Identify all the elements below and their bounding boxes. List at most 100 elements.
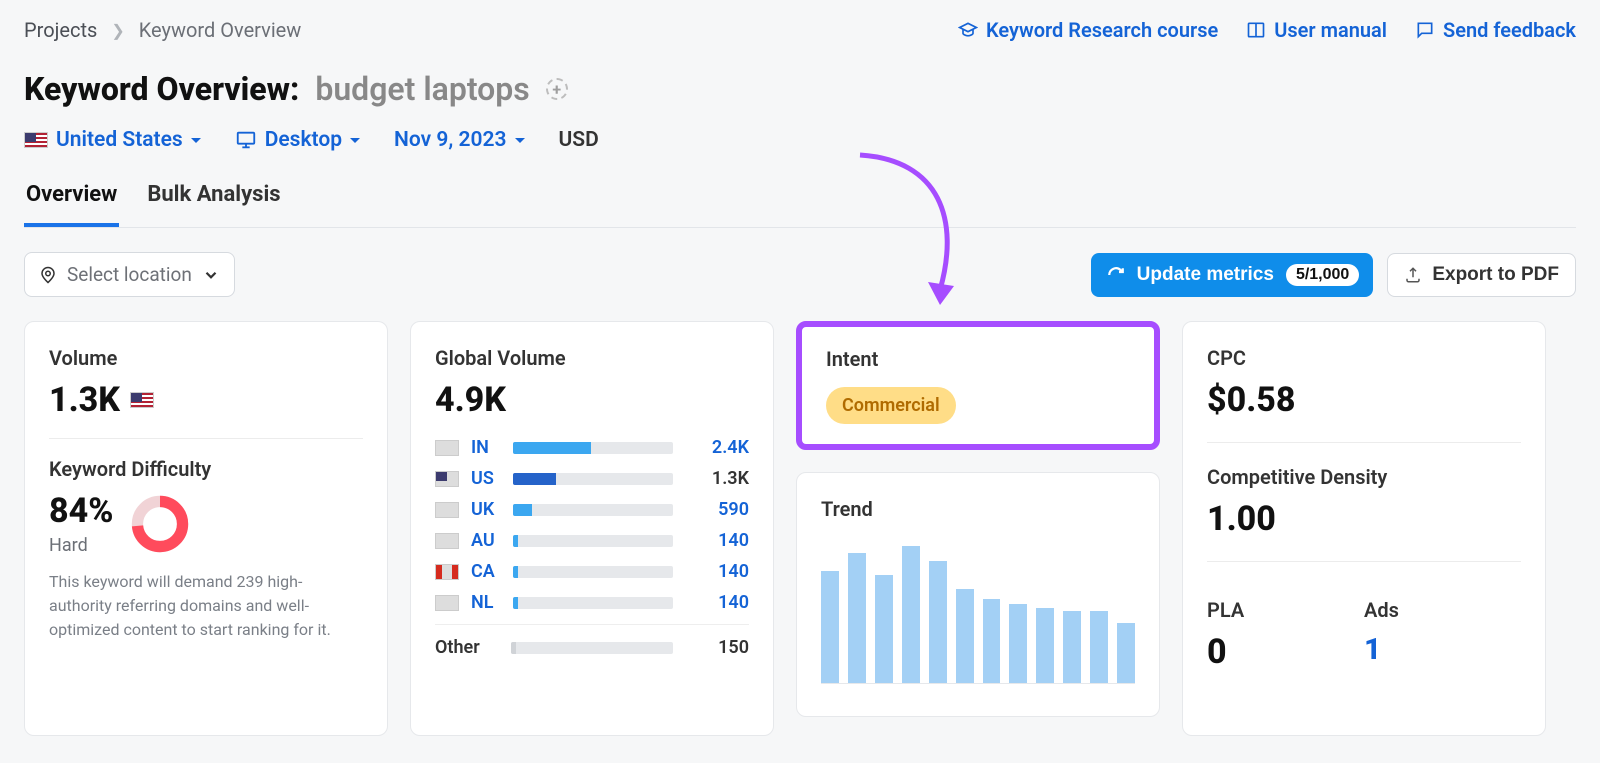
kd-label: Keyword Difficulty <box>49 457 363 481</box>
volume-value: 150 <box>685 637 749 658</box>
trend-bar <box>902 546 920 683</box>
global-volume-label: Global Volume <box>435 346 749 370</box>
actions-row: Select location Update metrics 5/1,000 E… <box>24 252 1576 297</box>
export-pdf-button[interactable]: Export to PDF <box>1387 253 1576 297</box>
global-volume-row[interactable]: IN2.4K <box>435 432 749 463</box>
desktop-icon <box>235 129 257 151</box>
kd-value: 84% <box>49 491 113 531</box>
filter-currency: USD <box>559 128 599 152</box>
link-feedback[interactable]: Send feedback <box>1415 18 1576 42</box>
trend-chart <box>821 539 1135 684</box>
card-volume: Volume 1.3K Keyword Difficulty 84% Hard … <box>24 321 388 736</box>
country-code: CA <box>471 561 501 582</box>
trend-bar <box>1090 611 1108 683</box>
trend-bar <box>1009 604 1027 683</box>
trend-bar <box>1036 608 1054 683</box>
filter-country[interactable]: United States <box>24 128 201 152</box>
kd-description: This keyword will demand 239 high-author… <box>49 570 363 642</box>
update-metrics-button[interactable]: Update metrics 5/1,000 <box>1091 253 1374 297</box>
breadcrumb: Projects ❯ Keyword Overview <box>24 18 301 42</box>
pla-label: PLA <box>1207 598 1364 622</box>
flag-icon <box>435 471 459 487</box>
trend-bar <box>983 599 1001 683</box>
link-manual[interactable]: User manual <box>1246 18 1387 42</box>
flag-icon <box>435 502 459 518</box>
volume-bar <box>513 442 673 454</box>
graduation-cap-icon <box>958 20 978 40</box>
select-location[interactable]: Select location <box>24 252 235 297</box>
link-course[interactable]: Keyword Research course <box>958 18 1218 42</box>
ads-value[interactable]: 1 <box>1364 632 1521 667</box>
volume-bar <box>513 535 673 547</box>
intent-value: Commercial <box>826 387 956 424</box>
cards-grid: Volume 1.3K Keyword Difficulty 84% Hard … <box>24 321 1576 736</box>
us-flag-icon <box>24 132 48 148</box>
filter-date[interactable]: Nov 9, 2023 <box>394 128 524 152</box>
ads-label: Ads <box>1364 598 1521 622</box>
country-code: US <box>471 468 501 489</box>
global-volume-row[interactable]: CA 140 <box>435 556 749 587</box>
tab-bulk-analysis[interactable]: Bulk Analysis <box>145 182 282 227</box>
cd-label: Competitive Density <box>1207 465 1521 489</box>
other-label: Other <box>435 637 499 658</box>
volume-value: 140 <box>685 530 749 551</box>
intent-label: Intent <box>826 347 1130 371</box>
kd-tag: Hard <box>49 535 113 556</box>
refresh-icon <box>1107 266 1125 284</box>
caret-down-icon <box>515 138 525 148</box>
flag-icon <box>435 440 459 456</box>
chevron-right-icon: ❯ <box>111 21 124 40</box>
tabs: Overview Bulk Analysis <box>24 182 1576 228</box>
country-code: IN <box>471 437 501 458</box>
comment-icon <box>1415 20 1435 40</box>
caret-down-icon <box>350 138 360 148</box>
global-volume-row[interactable]: US1.3K <box>435 463 749 494</box>
breadcrumb-projects[interactable]: Projects <box>24 18 97 42</box>
book-icon <box>1246 20 1266 40</box>
breadcrumb-current: Keyword Overview <box>139 18 302 42</box>
card-cpc-cd-ads: CPC $0.58 Competitive Density 1.00 PLA 0… <box>1182 321 1546 736</box>
tab-overview[interactable]: Overview <box>24 182 119 227</box>
flag-icon <box>435 564 459 580</box>
filter-device[interactable]: Desktop <box>235 128 360 152</box>
trend-bar <box>848 553 866 683</box>
kd-donut-chart <box>131 495 189 553</box>
country-code: NL <box>471 592 501 613</box>
volume-value: 1.3K <box>49 380 120 420</box>
global-volume-row-other: Other 150 <box>435 624 749 663</box>
volume-value: 590 <box>685 499 749 520</box>
volume-bar <box>511 642 673 654</box>
volume-bar <box>513 473 673 485</box>
page-title: Keyword Overview: <box>24 70 299 108</box>
cpc-label: CPC <box>1207 346 1521 370</box>
chevron-down-icon <box>202 266 220 284</box>
volume-bar <box>513 597 673 609</box>
title-keyword: budget laptops <box>315 70 529 108</box>
global-volume-row[interactable]: NL 140 <box>435 587 749 618</box>
trend-bar <box>821 571 839 683</box>
global-volume-row[interactable]: UK590 <box>435 494 749 525</box>
global-volume-value: 4.9K <box>435 380 749 420</box>
global-volume-row[interactable]: AU140 <box>435 525 749 556</box>
volume-bar <box>513 566 673 578</box>
filter-row: United States Desktop Nov 9, 2023 USD <box>24 128 1576 152</box>
trend-bar <box>929 561 947 683</box>
volume-value: 140 <box>685 561 749 582</box>
trend-bar <box>875 575 893 683</box>
trend-bar <box>1117 623 1135 683</box>
global-volume-list: IN2.4KUS1.3KUK590AU140 CA 140 NL 140 Other 150 <box>435 432 749 663</box>
cd-value: 1.00 <box>1207 499 1521 539</box>
volume-label: Volume <box>49 346 363 370</box>
map-pin-icon <box>39 266 57 284</box>
caret-down-icon <box>191 138 201 148</box>
cpc-value: $0.58 <box>1207 380 1521 420</box>
trend-bar <box>956 589 974 683</box>
card-stack-intent-trend: Intent Commercial Trend <box>796 321 1160 736</box>
top-links: Keyword Research course User manual Send… <box>958 18 1576 42</box>
us-flag-icon <box>130 392 154 408</box>
trend-label: Trend <box>821 497 1135 521</box>
card-intent: Intent Commercial <box>796 321 1160 450</box>
card-global-volume: Global Volume 4.9K IN2.4KUS1.3KUK590AU14… <box>410 321 774 736</box>
add-keyword-button[interactable]: + <box>546 78 568 100</box>
volume-value: 140 <box>685 592 749 613</box>
